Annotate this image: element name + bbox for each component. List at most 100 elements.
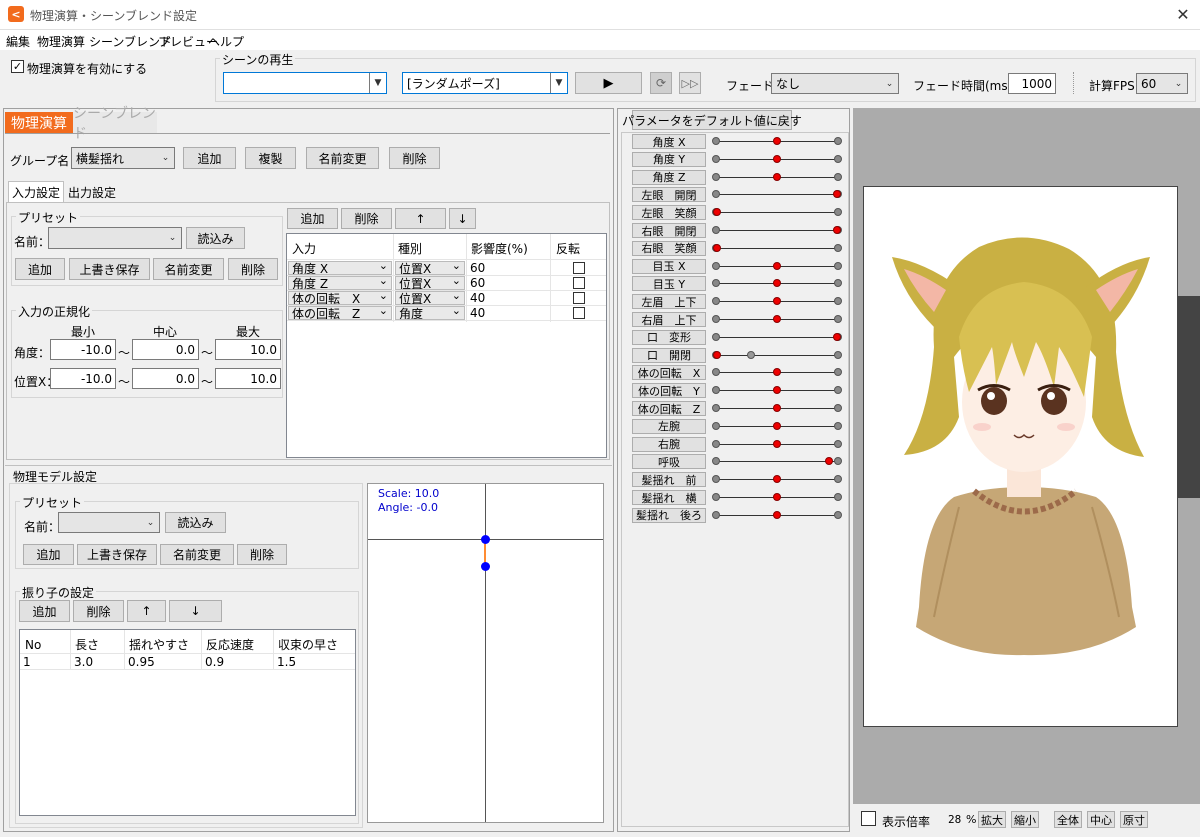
pendulum-weight[interactable] [481,562,490,571]
param-label-button[interactable]: 左腕 [632,418,706,434]
param-slider[interactable] [712,437,842,452]
slider-handle[interactable] [773,368,781,377]
slider-handle[interactable] [713,243,721,252]
param-slider[interactable] [712,419,842,434]
slider-handle[interactable] [773,315,781,323]
model-preset-add-button[interactable]: 追加 [23,544,74,565]
param-label-button[interactable]: 左眼 開閉 [632,187,706,203]
slider-handle[interactable] [825,457,833,466]
param-slider[interactable] [712,294,842,309]
normalize-angle-max[interactable]: 10.0 [215,339,281,360]
cell-kind[interactable]: 位置X ⌄ [395,276,465,290]
zoom-checkbox[interactable] [861,811,876,826]
model-preset-name-select[interactable]: ⌄ [58,512,160,533]
tab-physics[interactable]: 物理演算 [5,112,73,133]
normalize-angle-min[interactable]: -10.0 [50,339,116,360]
menu-help[interactable]: ヘルプ [208,33,244,50]
tab-output-settings[interactable]: 出力設定 [65,183,119,202]
param-slider[interactable] [712,383,842,398]
slider-handle[interactable] [773,154,781,163]
table-row[interactable]: 1 3.0 0.95 0.9 1.5 [20,655,355,670]
param-slider[interactable] [712,348,842,363]
normalize-posx-center[interactable]: 0.0 [132,368,199,389]
pendulum-pivot[interactable] [481,535,490,544]
zoom-original-button[interactable]: 原寸 [1120,811,1148,828]
param-slider[interactable] [712,276,842,291]
param-label-button[interactable]: 左眉 上下 [632,294,706,310]
table-row[interactable]: 体の回転 Z ⌄ 角度 ⌄ 40 [287,306,606,321]
param-label-button[interactable]: 髪揺れ 前 [632,472,706,488]
invert-checkbox[interactable] [573,307,585,319]
menu-physics[interactable]: 物理演算 [37,33,85,50]
param-slider[interactable] [712,259,842,274]
param-label-button[interactable]: 体の回転 X [632,365,706,381]
param-label-button[interactable]: 髪揺れ 後ろ [632,507,706,523]
cell-kind[interactable]: 位置X ⌄ [395,261,465,275]
param-slider[interactable] [712,454,842,469]
param-label-button[interactable]: 目玉 Y [632,276,706,292]
input-down-button[interactable]: ↓ [449,208,476,229]
param-slider[interactable] [712,152,842,167]
zoom-center-button[interactable]: 中心 [1087,811,1115,828]
tab-scene-blend[interactable]: シーンブレンド [73,106,157,142]
pendulum-delete-button[interactable]: 削除 [73,600,124,622]
slider-handle[interactable] [773,421,781,430]
fade-select[interactable]: なし ⌄ [771,73,899,94]
group-add-button[interactable]: 追加 [183,147,236,169]
param-label-button[interactable]: 角度 Z [632,169,706,185]
normalize-posx-min[interactable]: -10.0 [50,368,116,389]
slider-handle[interactable] [773,297,781,306]
slider-handle[interactable] [773,261,781,270]
pendulum-canvas[interactable]: Scale: 10.0 Angle: -0.0 [367,483,604,823]
table-row[interactable]: 角度 Z ⌄ 位置X ⌄ 60 [287,276,606,291]
param-label-button[interactable]: 角度 Y [632,151,706,167]
group-copy-button[interactable]: 複製 [245,147,296,169]
input-delete-button[interactable]: 削除 [341,208,392,229]
close-icon[interactable]: ✕ [1172,3,1194,25]
slider-handle[interactable] [773,137,781,145]
param-label-button[interactable]: 角度 X [632,134,706,149]
normalize-posx-max[interactable]: 10.0 [215,368,281,389]
tab-input-settings[interactable]: 入力設定 [8,181,64,203]
cell-kind[interactable]: 角度 ⌄ [395,306,465,320]
pendulum-add-button[interactable]: 追加 [19,600,70,622]
param-slider[interactable] [712,170,842,185]
reset-params-button[interactable]: パラメータをデフォルト値に戻す [622,110,802,130]
normalize-angle-center[interactable]: 0.0 [132,339,199,360]
pose-select[interactable]: [ランダムポーズ] ▼ [402,72,568,94]
param-slider[interactable] [712,241,842,256]
model-preset-overwrite-button[interactable]: 上書き保存 [77,544,157,565]
param-label-button[interactable]: 体の回転 Z [632,401,706,416]
param-label-button[interactable]: 右眉 上下 [632,312,706,327]
table-row[interactable]: 角度 X ⌄ 位置X ⌄ 60 [287,261,606,276]
cell-input[interactable]: 体の回転 X ⌄ [288,291,392,305]
param-slider[interactable] [712,134,842,149]
slider-handle[interactable] [773,439,781,448]
slider-handle[interactable] [773,493,781,501]
param-slider[interactable] [712,223,842,238]
slider-handle[interactable] [773,404,781,412]
model-preset-delete-button[interactable]: 削除 [237,544,287,565]
slider-handle[interactable] [713,208,721,217]
slider-handle[interactable] [773,475,781,484]
param-label-button[interactable]: 口 変形 [632,329,706,345]
param-label-button[interactable]: 右眼 開閉 [632,223,706,238]
param-slider[interactable] [712,312,842,327]
param-slider[interactable] [712,401,842,416]
invert-checkbox[interactable] [573,277,585,289]
slider-handle[interactable] [773,279,781,288]
fps-select[interactable]: 60 ⌄ [1136,73,1188,94]
param-label-button[interactable]: 呼吸 [632,454,706,470]
param-label-button[interactable]: 口 開閉 [632,347,706,363]
param-slider[interactable] [712,205,842,220]
menu-edit[interactable]: 編集 [6,33,30,50]
param-slider[interactable] [712,365,842,380]
invert-checkbox[interactable] [573,292,585,304]
zoom-all-button[interactable]: 全体 [1054,811,1082,828]
param-label-button[interactable]: 目玉 X [632,258,706,274]
param-label-button[interactable]: 右眼 笑顔 [632,240,706,256]
fade-time-input[interactable]: 1000 [1008,73,1056,94]
slider-handle[interactable] [833,332,841,341]
param-slider[interactable] [712,330,842,345]
group-delete-button[interactable]: 削除 [389,147,440,169]
